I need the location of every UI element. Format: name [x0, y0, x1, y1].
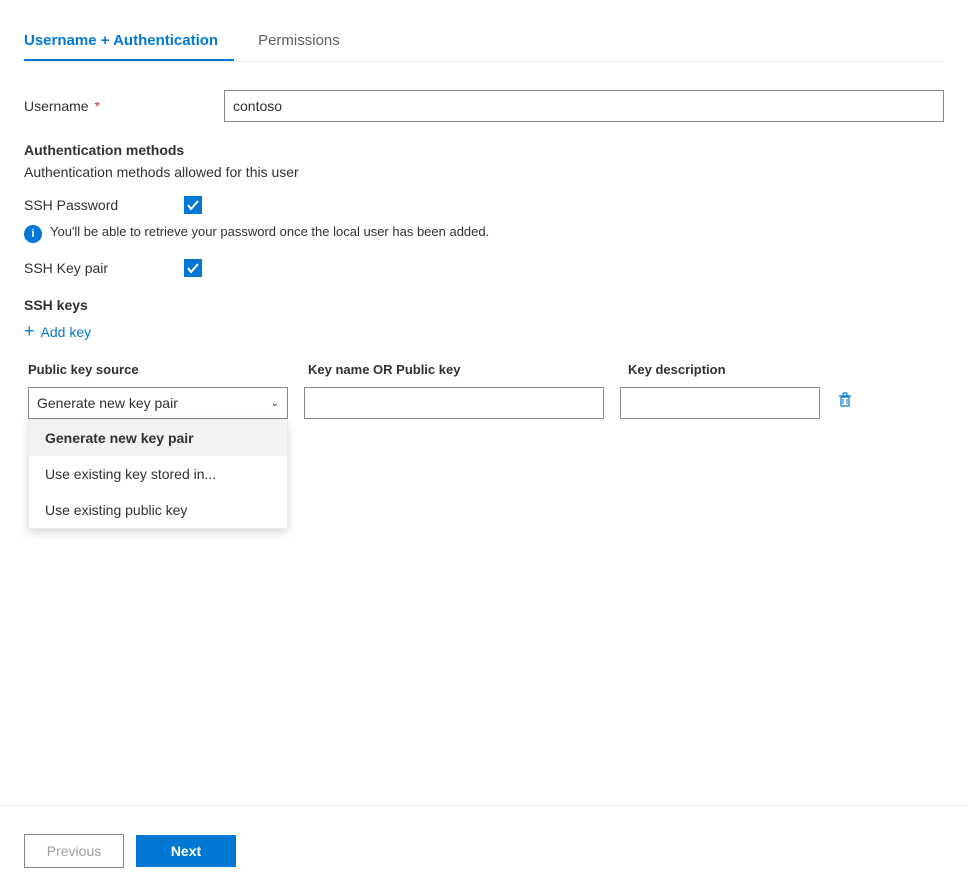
col-keyname-header: Key name OR Public key [308, 362, 628, 377]
key-name-input[interactable] [304, 387, 604, 419]
ssh-password-label: SSH Password [24, 197, 184, 213]
ssh-password-row: SSH Password [24, 196, 944, 214]
dropdown-item-generate[interactable]: Generate new key pair [29, 420, 287, 456]
auth-methods-desc: Authentication methods allowed for this … [24, 164, 944, 180]
ssh-keypair-row: SSH Key pair [24, 259, 944, 277]
dropdown-item-existing-public[interactable]: Use existing public key [29, 492, 287, 528]
add-key-button[interactable]: + Add key [24, 321, 944, 342]
username-label: Username * [24, 98, 224, 114]
delete-key-button[interactable] [832, 387, 858, 413]
info-text: You'll be able to retrieve your password… [50, 224, 489, 239]
key-desc-input[interactable] [620, 387, 820, 419]
info-icon: i [24, 225, 42, 243]
check-icon [187, 199, 199, 211]
auth-methods-title: Authentication methods [24, 142, 944, 158]
tab-username-auth[interactable]: Username + Authentication [24, 20, 234, 61]
tab-bar: Username + Authentication Permissions [24, 20, 944, 62]
trash-icon [836, 391, 854, 409]
next-button[interactable]: Next [136, 835, 236, 867]
username-row: Username * [24, 90, 944, 122]
col-source-header: Public key source [28, 362, 308, 377]
ssh-keys-title: SSH keys [24, 297, 944, 313]
footer: Previous Next [0, 816, 968, 886]
previous-button[interactable]: Previous [24, 834, 124, 868]
username-input[interactable] [224, 90, 944, 122]
add-key-label: Add key [41, 324, 92, 340]
bottom-divider [0, 805, 968, 806]
col-desc-header: Key description [628, 362, 944, 377]
username-required-indicator: * [94, 98, 99, 114]
tab-permissions[interactable]: Permissions [258, 20, 356, 61]
public-key-source-dropdown[interactable]: Generate new key pair ⌄ [28, 387, 288, 419]
ssh-password-checkbox[interactable] [184, 196, 202, 214]
dropdown-item-existing-stored[interactable]: Use existing key stored in... [29, 456, 287, 492]
check-icon-keypair [187, 262, 199, 274]
plus-icon: + [24, 321, 35, 342]
dropdown-menu: Generate new key pair Use existing key s… [28, 419, 288, 529]
ssh-keypair-label: SSH Key pair [24, 260, 184, 276]
dropdown-selected-value: Generate new key pair [37, 395, 178, 411]
key-table-row: Generate new key pair ⌄ Generate new key… [24, 387, 944, 419]
public-key-source-dropdown-wrapper: Generate new key pair ⌄ Generate new key… [28, 387, 288, 419]
ssh-keypair-checkbox[interactable] [184, 259, 202, 277]
keys-table-header: Public key source Key name OR Public key… [24, 362, 944, 377]
main-container: Username + Authentication Permissions Us… [0, 0, 968, 439]
info-row: i You'll be able to retrieve your passwo… [24, 224, 944, 243]
chevron-down-icon: ⌄ [271, 398, 279, 409]
